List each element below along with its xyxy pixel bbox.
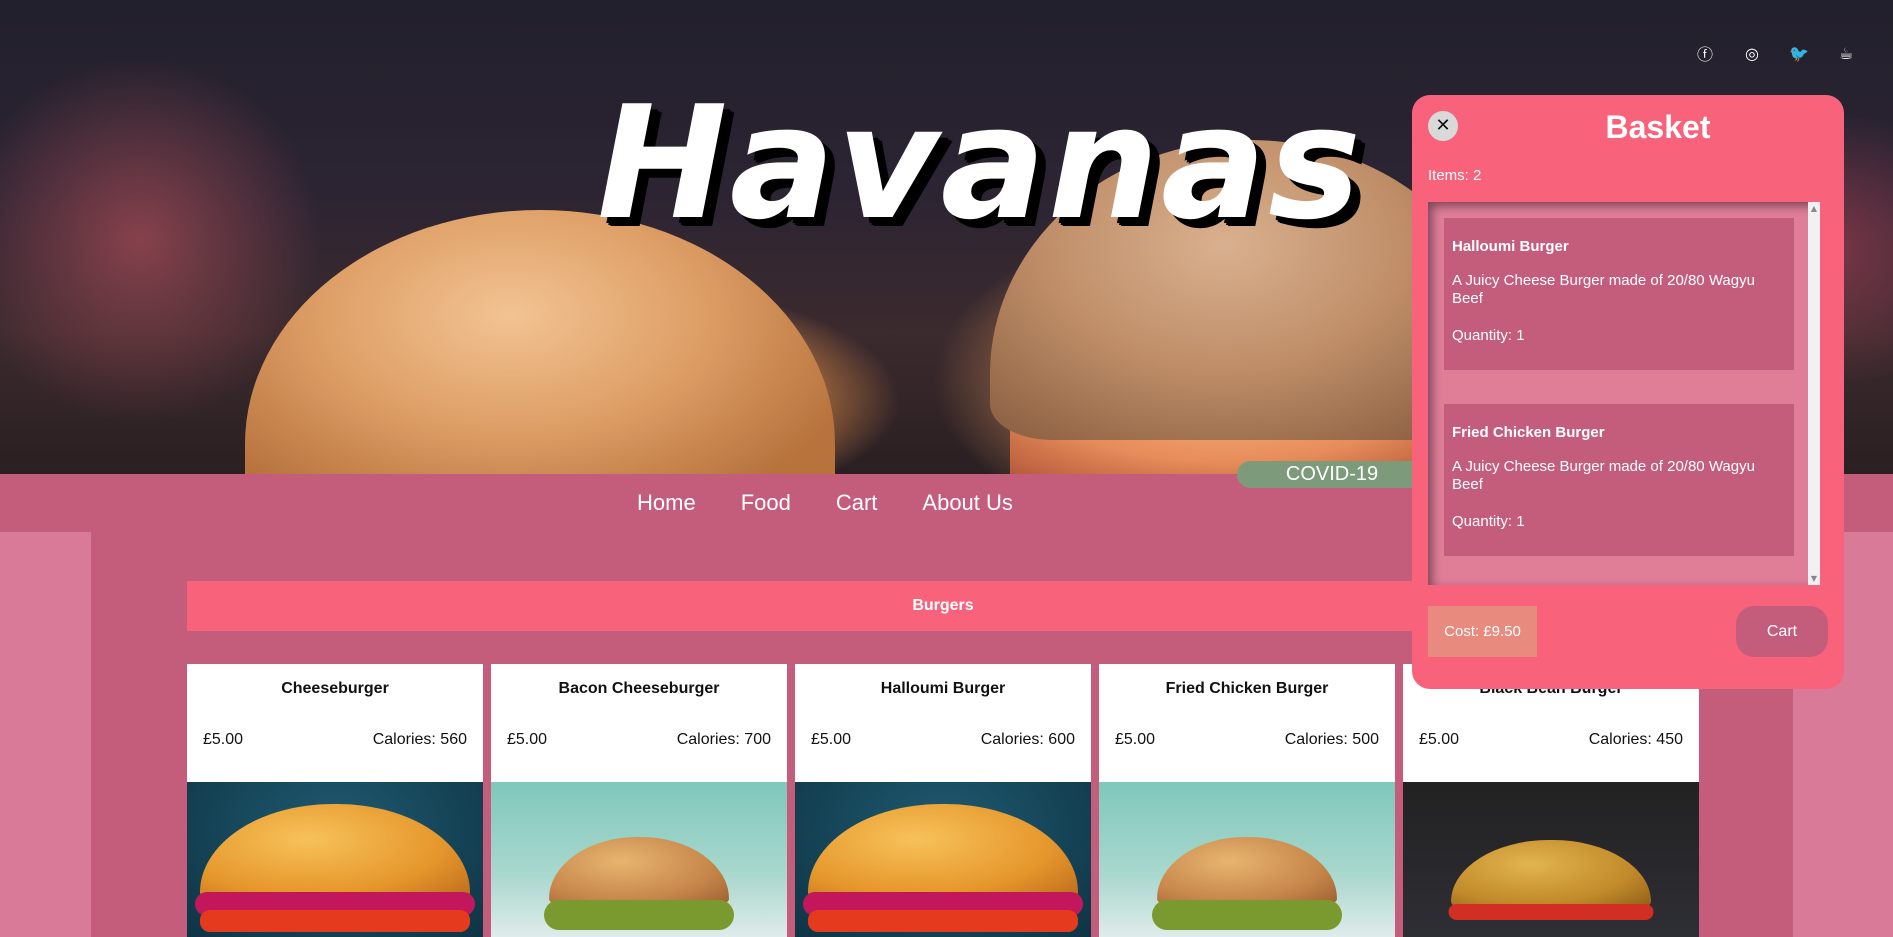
basket-item-name: Fried Chicken Burger <box>1452 424 1605 441</box>
scroll-down-icon[interactable]: ▼ <box>1810 574 1818 583</box>
product-price: £5.00 <box>1115 731 1156 748</box>
basket-item[interactable]: Halloumi Burger A Juicy Cheese Burger ma… <box>1444 218 1794 370</box>
product-name: Fried Chicken Burger <box>1165 680 1329 697</box>
product-price: £5.00 <box>811 731 852 748</box>
instagram-icon[interactable]: ◎ <box>1741 42 1763 64</box>
product-image <box>1099 782 1395 937</box>
basket-item-quantity: Quantity: 1 <box>1452 327 1525 344</box>
basket-title: Basket <box>1605 109 1711 145</box>
nav-cart-link[interactable]: Cart <box>836 490 878 516</box>
product-calories: Calories: 600 <box>980 731 1075 748</box>
social-links: ⓕ ◎ 🐦 ☕ <box>1694 42 1857 65</box>
product-name: Halloumi Burger <box>880 680 1006 697</box>
nav-about-link[interactable]: About Us <box>922 490 1013 516</box>
product-calories: Calories: 560 <box>372 731 467 748</box>
product-calories: Calories: 500 <box>1284 731 1379 748</box>
burger-lettuce <box>1152 900 1342 930</box>
nav-home-link[interactable]: Home <box>637 490 696 516</box>
burger-lettuce <box>544 900 734 930</box>
product-image <box>795 782 1091 937</box>
basket-scrollbar[interactable]: ▲ ▼ <box>1808 202 1820 585</box>
product-name: Bacon Cheeseburger <box>558 680 720 697</box>
basket-items-list[interactable]: Halloumi Burger A Juicy Cheese Burger ma… <box>1428 202 1820 585</box>
nav-links: Home Food Cart About Us <box>637 474 1013 532</box>
product-card[interactable]: Fried Chicken Burger £5.00 Calories: 500 <box>1099 664 1395 937</box>
basket-item[interactable]: Fried Chicken Burger A Juicy Cheese Burg… <box>1444 404 1794 556</box>
burger-bun <box>549 837 729 907</box>
basket-item-name: Halloumi Burger <box>1452 238 1569 255</box>
twitter-icon[interactable]: 🐦 <box>1788 42 1810 64</box>
burger-tomato <box>200 910 470 932</box>
basket-item-description: A Juicy Cheese Burger made of 20/80 Wagy… <box>1452 272 1755 307</box>
product-calories: Calories: 450 <box>1588 731 1683 748</box>
product-card[interactable]: Bacon Cheeseburger £5.00 Calories: 700 <box>491 664 787 937</box>
basket-item-description: A Juicy Cheese Burger made of 20/80 Wagy… <box>1452 458 1755 493</box>
burger-tomato <box>1448 904 1654 920</box>
product-image <box>491 782 787 937</box>
product-calories: Calories: 700 <box>676 731 771 748</box>
basket-cost: Cost: £9.50 <box>1428 606 1537 657</box>
product-card[interactable]: Cheeseburger £5.00 Calories: 560 <box>187 664 483 937</box>
product-image <box>187 782 483 937</box>
basket-items-count: Items: 2 <box>1428 167 1482 184</box>
product-card[interactable]: Black Bean Burger £5.00 Calories: 450 <box>1403 664 1699 937</box>
product-card[interactable]: Halloumi Burger £5.00 Calories: 600 <box>795 664 1091 937</box>
go-to-cart-button[interactable]: Cart <box>1736 606 1828 657</box>
burger-bun <box>1157 837 1337 907</box>
scroll-up-icon[interactable]: ▲ <box>1810 204 1818 213</box>
product-image <box>1403 782 1699 937</box>
covid-tab[interactable]: COVID-19 <box>1237 461 1427 488</box>
product-price: £5.00 <box>1419 731 1460 748</box>
basket-panel: ✕ Basket Items: 2 Halloumi Burger A Juic… <box>1412 95 1844 689</box>
nav-food-link[interactable]: Food <box>741 490 791 516</box>
brand-logo-title: Havanas <box>597 72 1363 254</box>
product-grid: Cheeseburger £5.00 Calories: 560 Bacon C… <box>187 664 1699 937</box>
product-name: Cheeseburger <box>281 680 389 697</box>
burger-tomato <box>808 910 1078 932</box>
burger-bun <box>200 804 470 904</box>
burger-bun <box>1451 840 1651 910</box>
coffee-icon[interactable]: ☕ <box>1835 42 1857 64</box>
burger-bun <box>808 804 1078 904</box>
product-price: £5.00 <box>203 731 244 748</box>
facebook-icon[interactable]: ⓕ <box>1694 42 1716 64</box>
basket-item-quantity: Quantity: 1 <box>1452 513 1525 530</box>
product-price: £5.00 <box>507 731 548 748</box>
